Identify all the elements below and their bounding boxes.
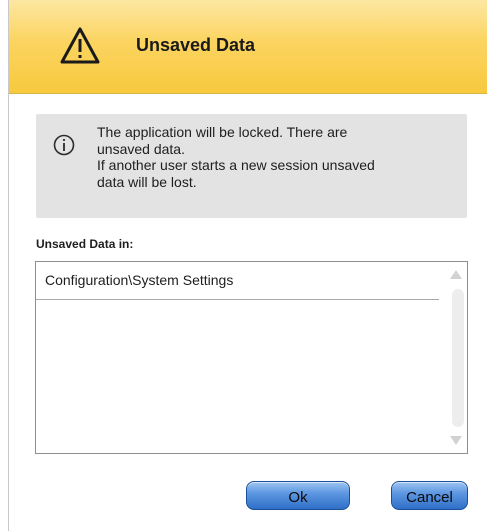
ok-button[interactable]: Ok xyxy=(246,481,350,510)
scroll-up-arrow-icon[interactable] xyxy=(450,270,462,279)
scroll-down-arrow-icon[interactable] xyxy=(450,436,462,445)
unsaved-data-list-label: Unsaved Data in: xyxy=(36,237,134,251)
dialog-titlebar: Unsaved Data xyxy=(9,0,487,94)
info-line: The application will be locked. There ar… xyxy=(97,124,348,140)
info-line: unsaved data. xyxy=(97,140,185,157)
info-message-text: The application will be locked. There ar… xyxy=(97,124,457,190)
unsaved-data-dialog: Unsaved Data The application will be loc… xyxy=(8,0,487,531)
scrollbar-track[interactable] xyxy=(452,289,464,427)
unsaved-data-list[interactable]: Configuration\System Settings xyxy=(35,261,468,454)
list-item[interactable]: Configuration\System Settings xyxy=(36,262,439,300)
warning-icon xyxy=(60,27,100,64)
cancel-button[interactable]: Cancel xyxy=(391,481,468,510)
list-item-label: Configuration\System Settings xyxy=(45,272,234,288)
info-icon xyxy=(53,134,75,156)
info-message-box: The application will be locked. There ar… xyxy=(36,114,467,218)
info-line: data will be lost. xyxy=(97,173,197,190)
info-line: If another user starts a new session uns… xyxy=(97,157,375,173)
dialog-title: Unsaved Data xyxy=(136,35,256,55)
